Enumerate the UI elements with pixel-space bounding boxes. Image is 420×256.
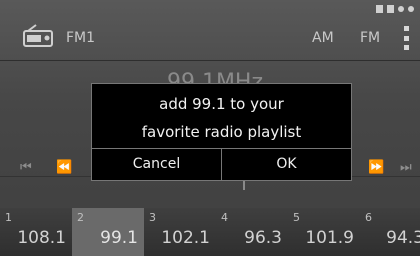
signal-icon [398, 6, 404, 12]
preset-number: 4 [221, 211, 228, 224]
seek-forward-icon[interactable]: ⏩ [368, 160, 384, 175]
wifi-icon [408, 6, 414, 12]
battery-icon [387, 5, 394, 13]
dialog-message: add 99.1 to your favorite radio playlist [92, 90, 351, 146]
preset-number: 5 [293, 211, 300, 224]
radio-header: FM1 AM FM [0, 16, 420, 61]
preset-frequency: 94.3 [386, 228, 420, 248]
preset-frequency: 102.1 [161, 228, 210, 248]
preset-number: 1 [5, 211, 12, 224]
seek-back-icon[interactable]: ⏪ [56, 160, 72, 175]
radio-icon[interactable] [22, 24, 54, 48]
am-button[interactable]: AM [312, 30, 334, 46]
preset-number: 3 [149, 211, 156, 224]
preset-number: 2 [77, 211, 84, 224]
preset-button[interactable]: 6 94.3 [360, 208, 420, 256]
band-label: FM1 [66, 30, 96, 46]
preset-button[interactable]: 4 96.3 [216, 208, 288, 256]
preset-frequency: 101.9 [305, 228, 354, 248]
preset-bar: 1 108.1 2 99.1 3 102.1 4 96.3 5 101.9 6 … [0, 208, 420, 256]
add-favorite-dialog: add 99.1 to your favorite radio playlist… [91, 83, 352, 181]
preset-button[interactable]: 1 108.1 [0, 208, 72, 256]
preset-frequency: 108.1 [17, 228, 66, 248]
notification-icon [376, 5, 383, 13]
preset-frequency: 99.1 [100, 228, 138, 248]
dialog-message-line1: add 99.1 to your [159, 95, 284, 113]
skip-forward-icon[interactable]: ⏭ [400, 160, 412, 175]
radio-app: FM1 AM FM 99.1MHz ⏮ ⏪ ⏩ ⏭ 1 108.1 2 99.1… [0, 0, 420, 256]
preset-frequency: 96.3 [244, 228, 282, 248]
preset-number: 6 [365, 211, 372, 224]
preset-button[interactable]: 3 102.1 [144, 208, 216, 256]
preset-button[interactable]: 5 101.9 [288, 208, 360, 256]
ok-button[interactable]: OK [221, 149, 351, 180]
skip-back-icon[interactable]: ⏮ [20, 160, 32, 175]
cancel-button[interactable]: Cancel [92, 149, 221, 180]
fm-button[interactable]: FM [360, 30, 380, 46]
status-bar [376, 2, 414, 16]
preset-button[interactable]: 2 99.1 [72, 208, 144, 256]
more-vertical-icon[interactable] [404, 26, 410, 50]
dialog-message-line2: favorite radio playlist [141, 123, 302, 141]
dialog-buttons: Cancel OK [92, 148, 351, 180]
